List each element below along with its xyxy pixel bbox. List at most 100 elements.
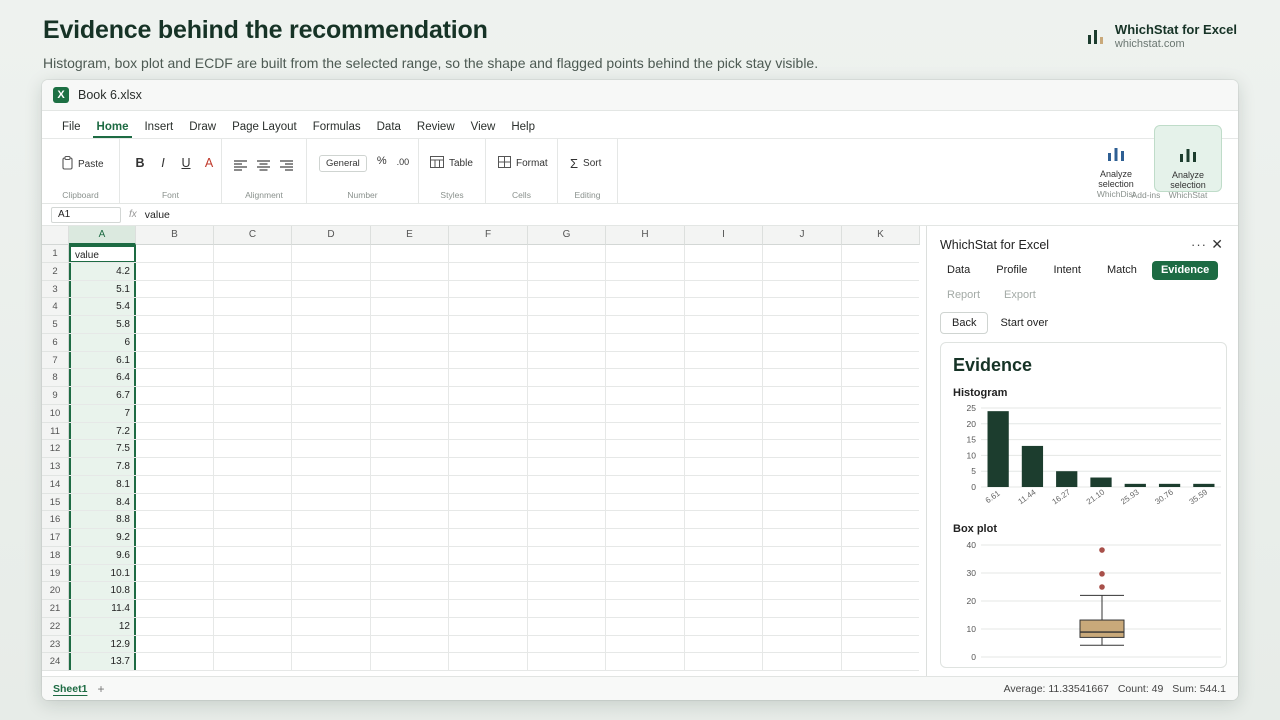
start-over-button[interactable]: Start over <box>1000 317 1048 329</box>
row-header[interactable]: 5 <box>42 316 69 334</box>
row-header[interactable]: 1 <box>42 245 69 263</box>
pane-tab-evidence[interactable]: Evidence <box>1151 261 1219 280</box>
cell-a[interactable]: 6.7 <box>69 387 136 404</box>
cell-a[interactable]: 5.8 <box>69 316 136 333</box>
align-right-icon[interactable] <box>280 158 293 176</box>
column-header-k[interactable]: K <box>842 226 920 245</box>
tab-home[interactable]: Home <box>89 121 137 138</box>
row-header[interactable]: 8 <box>42 369 69 387</box>
cell-a[interactable]: 13.7 <box>69 653 136 670</box>
cell-a[interactable]: 10.8 <box>69 582 136 599</box>
cell-a[interactable]: 5.4 <box>69 298 136 315</box>
bold-button[interactable]: B <box>132 156 148 170</box>
number-format-select[interactable]: General <box>319 155 367 172</box>
align-left-icon[interactable] <box>234 158 247 176</box>
cell-a[interactable]: 10.1 <box>69 564 136 582</box>
column-header-i[interactable]: I <box>685 226 763 245</box>
cell-a[interactable]: 8.8 <box>69 511 136 528</box>
row-header[interactable]: 2 <box>42 262 69 281</box>
tab-page-layout[interactable]: Page Layout <box>224 121 305 138</box>
decimal-button[interactable]: .00 <box>397 155 410 167</box>
column-header-j[interactable]: J <box>763 226 842 245</box>
column-header-e[interactable]: E <box>371 226 449 245</box>
tab-draw[interactable]: Draw <box>181 121 224 138</box>
row-header[interactable]: 15 <box>42 493 69 512</box>
font-color-button[interactable]: A <box>201 156 217 170</box>
cell-a[interactable]: 9.2 <box>69 529 136 546</box>
paste-button[interactable]: Paste <box>62 156 104 173</box>
row-header[interactable]: 17 <box>42 529 69 547</box>
pane-tab-data[interactable]: Data <box>938 261 979 280</box>
cell-a[interactable]: 12 <box>69 617 136 635</box>
format-button[interactable]: Format <box>498 156 548 171</box>
row-header[interactable]: 12 <box>42 440 69 458</box>
tab-formulas[interactable]: Formulas <box>305 121 369 138</box>
tab-insert[interactable]: Insert <box>136 121 181 138</box>
column-header-h[interactable]: H <box>606 226 685 245</box>
cell-a1[interactable]: value <box>69 245 136 262</box>
tab-review[interactable]: Review <box>409 121 463 138</box>
pane-tab-intent[interactable]: Intent <box>1044 261 1090 280</box>
row-header[interactable]: 3 <box>42 280 69 299</box>
cell-a[interactable]: 8.1 <box>69 475 136 493</box>
tab-file[interactable]: File <box>54 121 89 138</box>
tab-data[interactable]: Data <box>369 121 409 138</box>
row-header[interactable]: 21 <box>42 600 69 618</box>
table-button[interactable]: Table <box>430 156 473 171</box>
back-button[interactable]: Back <box>940 312 989 334</box>
row-header[interactable]: 14 <box>42 475 69 494</box>
sheet-row: 8.8 <box>69 511 919 529</box>
row-header[interactable]: 10 <box>42 404 69 423</box>
tab-help[interactable]: Help <box>503 121 543 138</box>
tab-view[interactable]: View <box>463 121 504 138</box>
row-header[interactable]: 22 <box>42 617 69 636</box>
analyze-whichstat-button[interactable]: Analyze selection WhichStat <box>1154 125 1222 200</box>
cell-a[interactable]: 5.1 <box>69 280 136 298</box>
pane-tab-profile[interactable]: Profile <box>987 261 1036 280</box>
cell-a[interactable]: 6.4 <box>69 369 136 386</box>
row-header[interactable]: 13 <box>42 458 69 476</box>
row-header[interactable]: 16 <box>42 511 69 529</box>
cell-a[interactable]: 7.5 <box>69 440 136 457</box>
row-header[interactable]: 24 <box>42 653 69 671</box>
row-header[interactable]: 19 <box>42 564 69 583</box>
pane-tab-match[interactable]: Match <box>1098 261 1146 280</box>
cell-a[interactable]: 8.4 <box>69 493 136 511</box>
cell-a[interactable]: 11.4 <box>69 600 136 617</box>
percent-button[interactable]: % <box>377 155 387 167</box>
row-header[interactable]: 9 <box>42 387 69 405</box>
cell-a[interactable]: 6 <box>69 333 136 351</box>
formula-input[interactable]: value <box>145 209 170 221</box>
column-header-c[interactable]: C <box>214 226 292 245</box>
sort-button[interactable]: Σ Sort <box>570 156 601 171</box>
cell-a[interactable]: 7 <box>69 404 136 422</box>
row-header[interactable]: 6 <box>42 333 69 352</box>
cell-a[interactable]: 7.2 <box>69 422 136 440</box>
column-header-g[interactable]: G <box>528 226 606 245</box>
column-header-b[interactable]: B <box>136 226 214 245</box>
italic-button[interactable]: I <box>155 156 171 170</box>
row-header[interactable]: 7 <box>42 351 69 370</box>
column-header-d[interactable]: D <box>292 226 371 245</box>
sheet-row: 9.6 <box>69 546 919 565</box>
name-box[interactable]: A1 <box>51 206 121 223</box>
row-header[interactable]: 18 <box>42 546 69 565</box>
align-center-icon[interactable] <box>257 158 270 176</box>
add-sheet-button[interactable]: + <box>97 682 104 696</box>
cell-a[interactable]: 7.8 <box>69 458 136 475</box>
close-icon[interactable]: ✕ <box>1211 236 1223 253</box>
row-header[interactable]: 20 <box>42 582 69 600</box>
cell-a[interactable]: 9.6 <box>69 546 136 564</box>
column-header-f[interactable]: F <box>449 226 528 245</box>
cell-a[interactable]: 12.9 <box>69 635 136 653</box>
select-all-corner[interactable] <box>42 226 69 245</box>
sheet-tab-sheet1[interactable]: Sheet1 <box>53 683 87 695</box>
row-header[interactable]: 4 <box>42 298 69 316</box>
row-header[interactable]: 11 <box>42 422 69 441</box>
cell-a[interactable]: 4.2 <box>69 262 136 280</box>
column-header-a[interactable]: A <box>69 226 136 245</box>
cell-a[interactable]: 6.1 <box>69 351 136 369</box>
underline-button[interactable]: U <box>178 156 194 170</box>
more-options-icon[interactable]: ··· <box>1191 237 1207 252</box>
row-header[interactable]: 23 <box>42 635 69 654</box>
